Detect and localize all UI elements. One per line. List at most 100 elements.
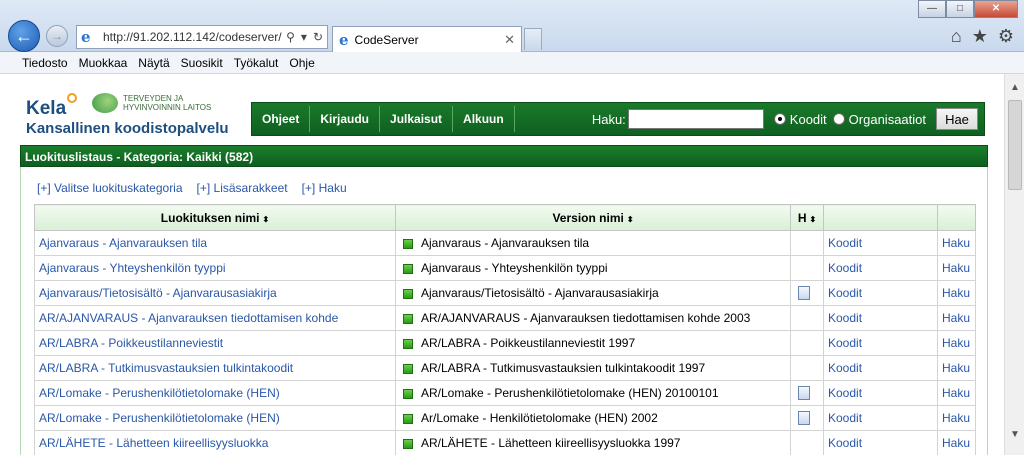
ie-icon: e [81, 28, 91, 46]
select-category-link[interactable]: [+] Valitse luokituskategoria [37, 181, 183, 195]
search-input[interactable] [627, 109, 764, 129]
cell-h [790, 430, 824, 455]
classification-link[interactable]: Ajanvaraus/Tietosisältö - Ajanvarausasia… [39, 286, 277, 300]
cell-codes: Koodit [823, 380, 938, 406]
cell-search: Haku [937, 380, 976, 406]
maximize-icon[interactable]: □ [946, 0, 974, 18]
address-bar[interactable]: e http://91.202.112.142/codeserver/ ⚲ ▾ … [76, 25, 328, 49]
minimize-icon[interactable]: — [918, 0, 946, 18]
kela-logo-mark-icon [67, 93, 77, 103]
menu-help[interactable]: Ohje [289, 56, 314, 70]
table-row: AR/Lomake - Perushenkilötietolomake (HEN… [34, 380, 976, 406]
codes-link[interactable]: Koodit [828, 436, 862, 450]
close-icon[interactable]: ✕ [974, 0, 1018, 18]
browser-tab[interactable]: e CodeServer ✕ [332, 26, 522, 52]
gear-icon[interactable]: ⚙ [998, 26, 1014, 47]
cell-search: Haku [937, 405, 976, 431]
sort-icon: ⬍ [809, 214, 817, 224]
menu-file[interactable]: Tiedosto [22, 56, 68, 70]
search-toggle-link[interactable]: [+] Haku [302, 181, 347, 195]
cell-name: Ajanvaraus/Tietosisältö - Ajanvarausasia… [34, 280, 396, 306]
listing-title: Luokituslistaus - Kategoria: Kaikki (582… [20, 145, 988, 167]
classification-link[interactable]: AR/LABRA - Poikkeustilanneviestit [39, 336, 223, 350]
row-search-link[interactable]: Haku [942, 411, 970, 425]
new-tab-button[interactable] [524, 28, 542, 50]
cell-search: Haku [937, 430, 976, 455]
status-active-icon [403, 238, 413, 249]
radio-koodit[interactable] [773, 113, 786, 125]
classification-table: Luokituksen nimi ⬍ Version nimi ⬍ H ⬍ Ajanv… [34, 204, 976, 455]
version-name: AR/AJANVARAUS - Ajanvarauksen tiedottami… [421, 311, 751, 325]
refresh-icon[interactable]: ↻ [313, 30, 323, 44]
table-header-row: Luokituksen nimi ⬍ Version nimi ⬍ H ⬍ [34, 204, 976, 231]
status-active-icon [403, 313, 413, 324]
menu-favorites[interactable]: Suosikit [181, 56, 223, 70]
classification-link[interactable]: Ajanvaraus - Ajanvarauksen tila [39, 236, 207, 250]
home-icon[interactable]: ⌂ [951, 26, 962, 47]
document-icon[interactable] [798, 386, 810, 401]
codes-link[interactable]: Koodit [828, 386, 862, 400]
cell-h [790, 305, 824, 331]
nav-kirjaudu[interactable]: Kirjaudu [310, 106, 381, 132]
classification-link[interactable]: AR/Lomake - Perushenkilötietolomake (HEN… [39, 411, 280, 425]
tab-title: CodeServer [354, 32, 419, 47]
scroll-thumb[interactable] [1008, 100, 1022, 190]
row-search-link[interactable]: Haku [942, 236, 970, 250]
extra-columns-link[interactable]: [+] Lisäsarakkeet [197, 181, 288, 195]
col-version-header[interactable]: Version nimi ⬍ [395, 204, 791, 231]
codes-link[interactable]: Koodit [828, 261, 862, 275]
search-icon[interactable]: ⚲ [286, 30, 295, 44]
nav-alkuun[interactable]: Alkuun [453, 106, 515, 132]
cell-h [790, 405, 824, 431]
menu-bar: Tiedosto Muokkaa Näytä Suosikit Työkalut… [0, 52, 1024, 74]
address-url[interactable]: http://91.202.112.142/codeserver/ [103, 30, 286, 44]
vertical-scrollbar[interactable]: ▲ ▼ [1004, 74, 1024, 455]
forward-button[interactable]: → [46, 25, 68, 47]
classification-link[interactable]: AR/LÄHETE - Lähetteen kiireellisyysluokk… [39, 436, 268, 450]
site-subtitle: Kansallinen koodistopalvelu [26, 120, 229, 137]
table-row: AR/LÄHETE - Lähetteen kiireellisyysluokk… [34, 430, 976, 455]
menu-view[interactable]: Näytä [138, 56, 169, 70]
document-icon[interactable] [798, 411, 810, 426]
search-button[interactable]: Hae [936, 108, 978, 130]
arrow-left-icon: ← [15, 25, 33, 46]
row-search-link[interactable]: Haku [942, 311, 970, 325]
nav-ohjeet[interactable]: Ohjeet [252, 106, 311, 132]
favorites-star-icon[interactable]: ★ [972, 26, 988, 47]
back-button[interactable]: ← [8, 20, 40, 52]
classification-link[interactable]: AR/LABRA - Tutkimusvastauksien tulkintak… [39, 361, 293, 375]
row-search-link[interactable]: Haku [942, 386, 970, 400]
row-search-link[interactable]: Haku [942, 286, 970, 300]
row-search-link[interactable]: Haku [942, 261, 970, 275]
classification-link[interactable]: Ajanvaraus - Yhteyshenkilön tyyppi [39, 261, 226, 275]
dropdown-icon[interactable]: ▾ [301, 30, 307, 44]
sort-icon: ⬍ [626, 214, 634, 224]
classification-link[interactable]: AR/Lomake - Perushenkilötietolomake (HEN… [39, 386, 280, 400]
version-name: Ajanvaraus/Tietosisältö - Ajanvarausasia… [421, 286, 659, 300]
row-search-link[interactable]: Haku [942, 336, 970, 350]
scroll-up-icon[interactable]: ▲ [1007, 80, 1023, 96]
radio-organisaatiot[interactable] [832, 113, 845, 125]
search-label: Haku: [591, 111, 626, 127]
codes-link[interactable]: Koodit [828, 311, 862, 325]
document-icon[interactable] [798, 286, 810, 301]
close-tab-icon[interactable]: ✕ [504, 32, 515, 48]
row-search-link[interactable]: Haku [942, 361, 970, 375]
cell-search: Haku [937, 330, 976, 356]
codes-link[interactable]: Koodit [828, 236, 862, 250]
table-row: Ajanvaraus - Ajanvarauksen tila Ajanvarau… [34, 230, 976, 256]
classification-link[interactable]: AR/AJANVARAUS - Ajanvarauksen tiedottami… [39, 311, 338, 325]
menu-tools[interactable]: Työkalut [234, 56, 279, 70]
ie-icon: e [339, 30, 349, 49]
site-logo[interactable]: Kela TERVEYDEN JA HYVINVOINNIN LAITOS Ka… [26, 90, 256, 140]
codes-link[interactable]: Koodit [828, 411, 862, 425]
scroll-down-icon[interactable]: ▼ [1007, 427, 1023, 443]
col-name-header[interactable]: Luokituksen nimi ⬍ [34, 204, 396, 231]
codes-link[interactable]: Koodit [828, 286, 862, 300]
codes-link[interactable]: Koodit [828, 336, 862, 350]
codes-link[interactable]: Koodit [828, 361, 862, 375]
menu-edit[interactable]: Muokkaa [79, 56, 128, 70]
nav-julkaisut[interactable]: Julkaisut [380, 106, 454, 132]
row-search-link[interactable]: Haku [942, 436, 970, 450]
col-h-header[interactable]: H ⬍ [790, 204, 824, 231]
